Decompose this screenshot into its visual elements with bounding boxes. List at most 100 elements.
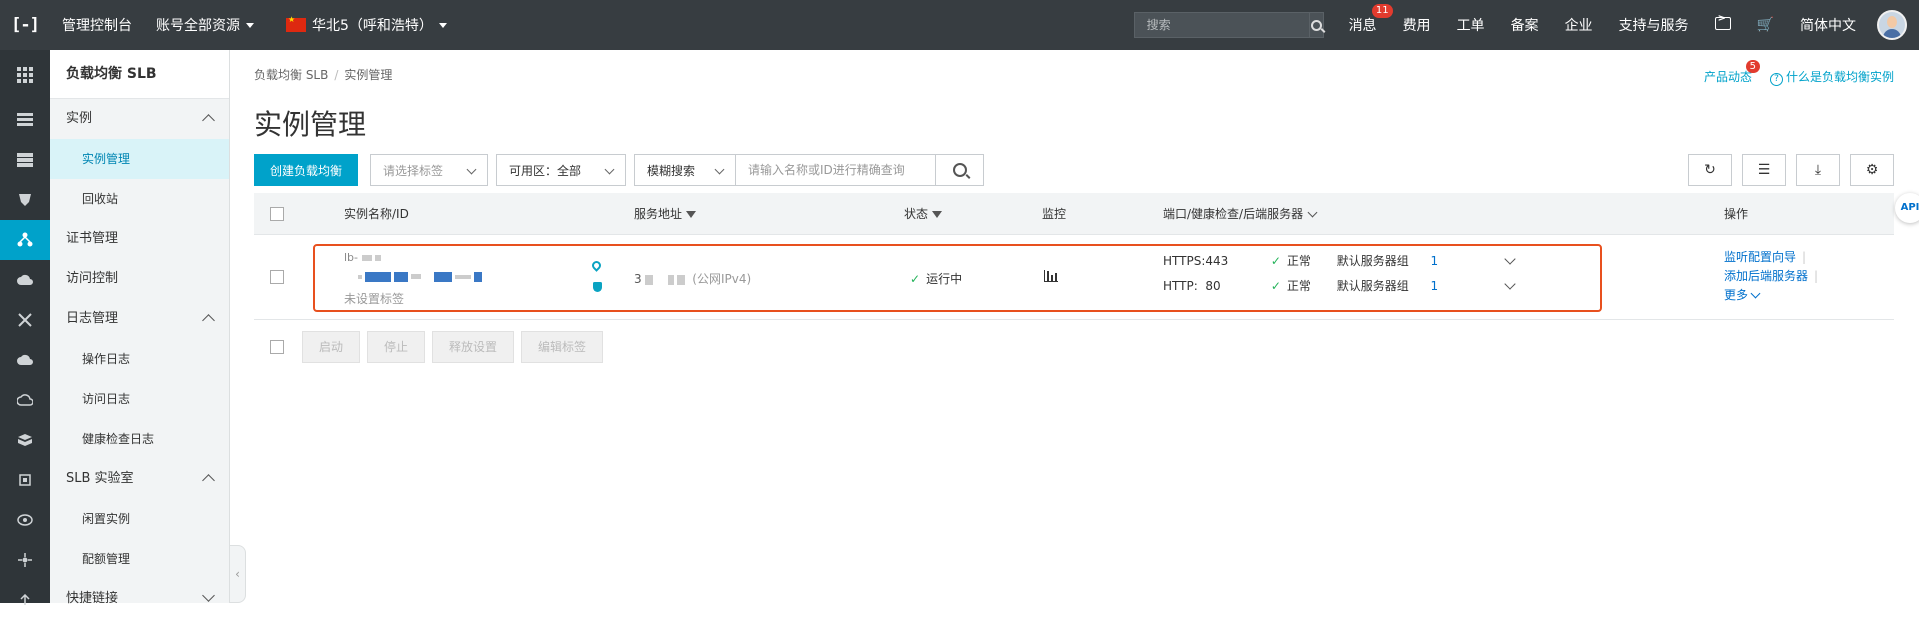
- global-search-input[interactable]: [1134, 13, 1309, 37]
- col-address-header[interactable]: 服务地址: [634, 193, 697, 235]
- sidebar-group-label: 实例: [66, 111, 93, 126]
- refresh-button[interactable]: ↻: [1688, 154, 1732, 186]
- listener-server-count[interactable]: 1: [1431, 279, 1503, 293]
- add-backend-link[interactable]: 添加后端服务器: [1724, 269, 1808, 283]
- messages-link[interactable]: 消息 11: [1336, 4, 1393, 35]
- eye-icon: [17, 514, 33, 526]
- search-button[interactable]: [1308, 13, 1323, 37]
- sidebar-group-logs[interactable]: 日志管理: [50, 299, 229, 339]
- row-checkbox[interactable]: [270, 270, 284, 284]
- instance-id[interactable]: [344, 269, 485, 283]
- account-resources-dropdown[interactable]: 账号全部资源: [144, 0, 266, 50]
- enterprise-link[interactable]: 企业: [1552, 15, 1606, 35]
- instance-search-input[interactable]: [736, 154, 937, 186]
- instance-search-button[interactable]: [936, 154, 985, 186]
- sidebar-item-operation-log[interactable]: 操作日志: [50, 339, 229, 379]
- slb-shortcut[interactable]: [0, 220, 50, 260]
- all-products-button[interactable]: [0, 50, 50, 100]
- redacted-block: [361, 250, 384, 264]
- cloud-shortcut[interactable]: [0, 380, 50, 420]
- settings-button[interactable]: ⚙: [1850, 154, 1894, 186]
- tickets-link[interactable]: 工单: [1444, 15, 1498, 35]
- edit-tags-button[interactable]: 编辑标签: [521, 331, 604, 363]
- more-shortcut[interactable]: [0, 580, 50, 620]
- icp-link[interactable]: 备案: [1498, 15, 1552, 35]
- listener-server-count[interactable]: 1: [1431, 254, 1503, 268]
- language-switch[interactable]: 简体中文: [1787, 15, 1869, 35]
- chevron-down-icon: [1750, 288, 1761, 299]
- download-icon: ⤓: [1814, 162, 1822, 178]
- tag-select[interactable]: 请选择标签: [370, 154, 489, 186]
- release-settings-button[interactable]: 释放设置: [432, 331, 515, 363]
- sidebar-item-recycle-bin[interactable]: 回收站: [50, 179, 229, 219]
- storage-shortcut[interactable]: [0, 420, 50, 460]
- shield-icon: [19, 194, 31, 206]
- breadcrumb-root-link[interactable]: 负载均衡 SLB: [254, 68, 328, 82]
- aliyun-logo-icon[interactable]: [-]: [0, 0, 50, 50]
- terminal-icon: [1714, 13, 1731, 30]
- console-home-link[interactable]: 管理控制台: [50, 0, 144, 50]
- sidebar-item-access-control[interactable]: 访问控制: [50, 259, 229, 299]
- breadcrumb-separator: /: [334, 68, 339, 82]
- what-is-slb-link[interactable]: ? 什么是负载均衡实例: [1769, 68, 1894, 86]
- sidebar-item-idle-instances[interactable]: 闲置实例: [50, 499, 229, 539]
- product-news-label: 产品动态: [1703, 70, 1752, 84]
- service-shortcut[interactable]: [0, 540, 50, 580]
- sidebar-item-quota[interactable]: 配额管理: [50, 539, 229, 579]
- bulk-select-checkbox[interactable]: [270, 340, 284, 354]
- sidebar-collapse-handle[interactable]: ‹: [230, 545, 246, 603]
- avatar[interactable]: [1877, 10, 1907, 40]
- search-mode-select[interactable]: 模糊搜索: [634, 154, 737, 186]
- zone-select[interactable]: 可用区：全部: [496, 154, 627, 186]
- listener-health: 正常: [1286, 254, 1311, 268]
- service-address-partial: 3: [634, 272, 642, 286]
- more-actions-link[interactable]: 更多: [1724, 286, 1818, 305]
- chevron-down-icon[interactable]: [1504, 253, 1517, 265]
- cdn-shortcut[interactable]: [0, 260, 50, 300]
- col-status-header[interactable]: 状态: [904, 193, 943, 235]
- sidebar-item-health-log[interactable]: 健康检查日志: [50, 419, 229, 459]
- sidebar-item-certificates[interactable]: 证书管理: [50, 219, 229, 259]
- ecs-shortcut[interactable]: [0, 100, 50, 140]
- network-shortcut[interactable]: [0, 300, 50, 340]
- table-tools: ↻ ☰ ⤓ ⚙: [1688, 154, 1894, 186]
- instance-name-link[interactable]: lb-: [344, 250, 384, 264]
- top-navbar: [-] 管理控制台 账号全部资源 华北5（呼和浩特） 消息11 费用 工单 备案…: [0, 0, 1919, 50]
- product-news-badge: 5: [1745, 60, 1760, 73]
- sidebar-group-instance[interactable]: 实例: [50, 99, 229, 139]
- product-news-link[interactable]: 产品动态 5: [1703, 60, 1760, 86]
- stop-button[interactable]: 停止: [367, 331, 426, 363]
- separator: |: [1814, 269, 1819, 283]
- database-shortcut[interactable]: [0, 140, 50, 180]
- table-header: 实例名称/ID 服务地址 状态 监控 端口/健康检查/后端服务器 操作: [254, 193, 1894, 235]
- column-settings-button[interactable]: ☰: [1742, 154, 1786, 186]
- listener-health: 正常: [1286, 279, 1311, 293]
- start-button[interactable]: 启动: [302, 331, 361, 363]
- monitor-shortcut[interactable]: [0, 500, 50, 540]
- listener-row: HTTPS:443 ✓ 正常 默认服务器组 1: [1163, 252, 1517, 269]
- cart-button[interactable]: 🛒: [1744, 17, 1787, 33]
- monitor-chart-icon[interactable]: [1044, 270, 1058, 282]
- fees-link[interactable]: 费用: [1390, 15, 1444, 35]
- support-link[interactable]: 支持与服务: [1606, 15, 1702, 35]
- select-all-checkbox[interactable]: [270, 207, 284, 221]
- settings-shortcut[interactable]: [0, 460, 50, 500]
- region-selector[interactable]: 华北5（呼和浩特）: [274, 0, 459, 50]
- security-shortcut[interactable]: [0, 180, 50, 220]
- oss-shortcut[interactable]: [0, 340, 50, 380]
- sidebar-item-access-log[interactable]: 访问日志: [50, 379, 229, 419]
- col-monitor-header: 监控: [1042, 207, 1067, 221]
- create-slb-button[interactable]: 创建负载均衡: [254, 154, 359, 186]
- col-ports-header[interactable]: 端口/健康检查/后端服务器: [1163, 193, 1318, 235]
- cloud-shell-button[interactable]: [1702, 13, 1744, 34]
- listener-wizard-link[interactable]: 监听配置向导: [1724, 250, 1796, 264]
- export-button[interactable]: ⤓: [1796, 154, 1840, 186]
- chevron-down-icon[interactable]: [1504, 278, 1517, 290]
- instance-tag[interactable]: 未设置标签: [344, 290, 404, 307]
- redacted-block: [645, 272, 688, 286]
- box-icon: [18, 434, 32, 446]
- sidebar-group-slb-lab[interactable]: SLB 实验室: [50, 459, 229, 499]
- sidebar-item-instance-management[interactable]: 实例管理: [50, 139, 229, 179]
- api-button[interactable]: API: [1895, 193, 1919, 223]
- sidebar-group-quick-links[interactable]: 快捷链接: [50, 579, 229, 619]
